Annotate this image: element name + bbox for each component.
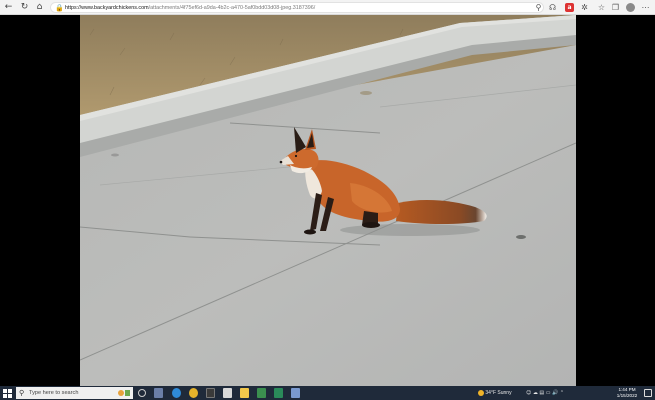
- app-icon-3[interactable]: [291, 388, 300, 398]
- app-icon-2[interactable]: [274, 388, 283, 398]
- cloud-icon[interactable]: ☁: [533, 390, 538, 396]
- extension-icon[interactable]: a: [565, 3, 574, 12]
- task-view-icon[interactable]: [154, 388, 163, 398]
- url-host: https://www.backyardchickens.com: [65, 5, 149, 11]
- favorite-star-icon[interactable]: ☆: [597, 3, 606, 12]
- zoom-icon[interactable]: ⚲: [534, 3, 543, 12]
- network-icon[interactable]: ▤: [539, 390, 544, 396]
- notification-icon[interactable]: [644, 389, 652, 397]
- sun-icon: [478, 389, 484, 396]
- url-text[interactable]: https://www.backyardchickens.com/attachm…: [65, 3, 315, 13]
- collections-icon[interactable]: ❐: [611, 3, 620, 12]
- reload-icon[interactable]: ↻: [19, 2, 30, 13]
- windows-start-icon[interactable]: [3, 389, 12, 398]
- more-menu-icon[interactable]: ⋯: [641, 3, 650, 12]
- profile-avatar-icon[interactable]: [626, 3, 635, 12]
- url-path: /attachments/4f75ef6d-a9da-4b2c-a470-5af…: [148, 5, 316, 11]
- lock-icon[interactable]: 🔒: [55, 3, 64, 13]
- windows-taskbar: ⚲ Type here to search 34°F Sunny ☺ ☁ ▤ ▭…: [0, 386, 655, 400]
- search-icon: ⚲: [19, 389, 25, 397]
- people-icon[interactable]: ☺: [526, 390, 531, 396]
- search-highlight-icon[interactable]: [117, 389, 131, 397]
- chrome-browser-icon[interactable]: [189, 388, 198, 398]
- puzzle-extensions-icon[interactable]: ✲: [580, 3, 589, 12]
- fox-photo: [80, 15, 576, 387]
- display-icon[interactable]: ▭: [546, 390, 551, 396]
- speaker-icon[interactable]: 🔊: [552, 390, 558, 396]
- browser-toolbar: ← ↻ ⌂ 🔒 https://www.backyardchickens.com…: [0, 0, 655, 15]
- excel-icon[interactable]: [257, 388, 266, 398]
- chevron-up-icon[interactable]: ⌃: [560, 390, 564, 396]
- cortana-icon[interactable]: [138, 389, 146, 397]
- weather-widget[interactable]: 34°F Sunny: [478, 386, 512, 400]
- search-placeholder: Type here to search: [29, 390, 79, 396]
- read-aloud-icon[interactable]: ☊: [548, 3, 557, 12]
- edge-browser-icon[interactable]: [172, 388, 181, 398]
- terminal-icon[interactable]: [206, 388, 215, 398]
- weather-text: Sunny: [497, 390, 512, 396]
- back-arrow-icon[interactable]: ←: [3, 2, 14, 13]
- app-icon[interactable]: [223, 388, 232, 398]
- taskbar-search-box[interactable]: ⚲ Type here to search: [16, 387, 133, 399]
- system-tray-icons[interactable]: ☺ ☁ ▤ ▭ 🔊 ⌃: [526, 386, 564, 400]
- file-explorer-icon[interactable]: [240, 388, 249, 398]
- weather-temp: 34°F: [485, 390, 497, 396]
- clock-date: 1/15/2022: [616, 393, 638, 398]
- address-bar[interactable]: 🔒 https://www.backyardchickens.com/attac…: [50, 2, 544, 13]
- home-icon[interactable]: ⌂: [34, 2, 45, 13]
- taskbar-clock[interactable]: 1:44 PM 1/15/2022: [613, 387, 641, 399]
